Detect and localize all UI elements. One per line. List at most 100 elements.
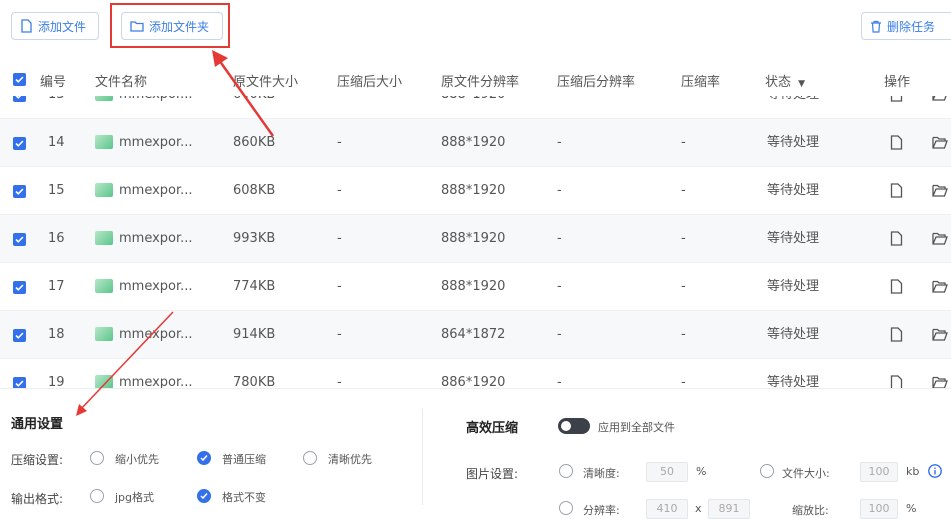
clarity-input[interactable]: 50 xyxy=(646,462,688,482)
header-status-label: 状态 xyxy=(765,75,792,90)
row-original-resolution: 888*1920 xyxy=(441,231,506,246)
resolution-label: 分辨率: xyxy=(583,504,620,517)
row-compressed-size: - xyxy=(337,183,342,198)
table-row: 16 mmexpor... 993KB - 888*1920 - - 等待处理 xyxy=(0,215,951,263)
radio-clarity[interactable] xyxy=(559,464,573,478)
option-shrink-first: 缩小优先 xyxy=(115,453,159,466)
row-compressed-resolution: - xyxy=(557,96,562,118)
row-compressed-size: - xyxy=(337,375,342,388)
header-status[interactable]: 状态 ▼ xyxy=(765,71,805,90)
row-checkbox[interactable] xyxy=(13,96,26,102)
check-icon xyxy=(15,380,24,387)
row-index: 16 xyxy=(48,231,65,246)
row-filename: mmexpor... xyxy=(95,311,193,358)
check-icon xyxy=(200,455,208,462)
view-file-icon[interactable] xyxy=(890,183,903,198)
caret-down-icon: ▼ xyxy=(798,79,806,89)
table-row: 17 mmexpor... 774KB - 888*1920 - - 等待处理 xyxy=(0,263,951,311)
view-file-icon[interactable] xyxy=(890,135,903,150)
image-thumbnail-icon xyxy=(95,374,113,388)
open-folder-icon[interactable] xyxy=(932,376,948,388)
scale-input[interactable]: 100 xyxy=(860,499,898,519)
row-original-size: 774KB xyxy=(233,279,276,294)
row-checkbox[interactable] xyxy=(13,185,26,198)
row-index: 13 xyxy=(48,96,65,118)
add-folder-button[interactable]: 添加文件夹 xyxy=(121,12,223,40)
open-folder-icon[interactable] xyxy=(932,184,948,197)
row-compressed-size: - xyxy=(337,231,342,246)
row-checkbox[interactable] xyxy=(13,281,26,294)
radio-file-size[interactable] xyxy=(760,464,774,478)
radio-shrink-first[interactable] xyxy=(90,451,104,465)
width-input[interactable]: 410 xyxy=(646,499,688,519)
info-icon[interactable] xyxy=(928,464,942,478)
open-folder-icon[interactable] xyxy=(932,96,948,101)
header-original-size: 原文件大小 xyxy=(233,75,299,90)
header-ratio: 压缩率 xyxy=(681,75,721,90)
height-input[interactable]: 891 xyxy=(708,499,750,519)
image-thumbnail-icon xyxy=(95,96,113,101)
file-size-label: 文件大小: xyxy=(782,467,830,480)
view-file-icon[interactable] xyxy=(890,231,903,246)
table-body[interactable]: 13 mmexpor... 640KB - 888*1920 - - 等待处理 … xyxy=(0,96,951,388)
apply-all-label: 应用到全部文件 xyxy=(598,421,675,434)
header-compressed-size: 压缩后大小 xyxy=(337,75,403,90)
radio-jpg-format[interactable] xyxy=(90,489,104,503)
open-folder-icon[interactable] xyxy=(932,232,948,245)
row-index: 17 xyxy=(48,279,65,294)
row-checkbox[interactable] xyxy=(13,377,26,388)
row-ratio: - xyxy=(681,231,686,246)
format-label: 输出格式: xyxy=(11,492,64,506)
header-original-resolution: 原文件分辨率 xyxy=(441,75,520,90)
row-compressed-resolution: - xyxy=(557,135,562,150)
add-folder-label: 添加文件夹 xyxy=(149,19,210,34)
select-all-checkbox[interactable] xyxy=(13,73,26,86)
file-size-input[interactable]: 100 xyxy=(860,462,898,482)
row-status: 等待处理 xyxy=(767,135,820,150)
scale-unit: % xyxy=(906,502,917,515)
row-original-resolution: 886*1920 xyxy=(441,375,506,388)
radio-clarity-first[interactable] xyxy=(303,451,317,465)
row-ratio: - xyxy=(681,375,686,388)
table-row: 13 mmexpor... 640KB - 888*1920 - - 等待处理 xyxy=(0,96,951,119)
radio-keep-format[interactable] xyxy=(197,489,211,503)
radio-normal-compress[interactable] xyxy=(197,451,211,465)
view-file-icon[interactable] xyxy=(890,96,903,102)
check-icon xyxy=(15,76,24,83)
option-jpg-format: jpg格式 xyxy=(115,491,155,504)
row-status: 等待处理 xyxy=(767,327,820,342)
row-ratio: - xyxy=(681,183,686,198)
row-compressed-resolution: - xyxy=(557,327,562,342)
row-checkbox[interactable] xyxy=(13,137,26,150)
open-folder-icon[interactable] xyxy=(932,280,948,293)
row-original-size: 860KB xyxy=(233,135,276,150)
open-folder-icon[interactable] xyxy=(932,328,948,341)
row-original-size: 914KB xyxy=(233,327,276,342)
row-status: 等待处理 xyxy=(767,183,820,198)
row-status: 等待处理 xyxy=(767,279,820,294)
row-original-resolution: 864*1872 xyxy=(441,327,506,342)
apply-all-toggle[interactable] xyxy=(558,418,590,434)
row-compressed-size: - xyxy=(337,327,342,342)
image-thumbnail-icon xyxy=(95,134,113,149)
view-file-icon[interactable] xyxy=(890,375,903,388)
open-folder-icon[interactable] xyxy=(932,136,948,149)
row-index: 14 xyxy=(48,135,65,150)
option-normal-compress: 普通压缩 xyxy=(222,453,266,466)
radio-resolution[interactable] xyxy=(559,501,573,515)
efficient-compress-title: 高效压缩 xyxy=(466,421,519,436)
row-checkbox[interactable] xyxy=(13,329,26,342)
image-settings-label: 图片设置: xyxy=(466,467,519,481)
image-thumbnail-icon xyxy=(95,326,113,341)
add-file-button[interactable]: 添加文件 xyxy=(11,12,99,40)
check-icon xyxy=(15,284,24,291)
view-file-icon[interactable] xyxy=(890,327,903,342)
row-status: 等待处理 xyxy=(767,96,819,118)
delete-task-button[interactable]: 删除任务 xyxy=(861,12,951,40)
clarity-unit: % xyxy=(696,465,707,478)
row-compressed-size: - xyxy=(337,279,342,294)
row-index: 15 xyxy=(48,183,65,198)
view-file-icon[interactable] xyxy=(890,279,903,294)
table-row: 19 mmexpor... 780KB - 886*1920 - - 等待处理 xyxy=(0,359,951,388)
row-checkbox[interactable] xyxy=(13,233,26,246)
